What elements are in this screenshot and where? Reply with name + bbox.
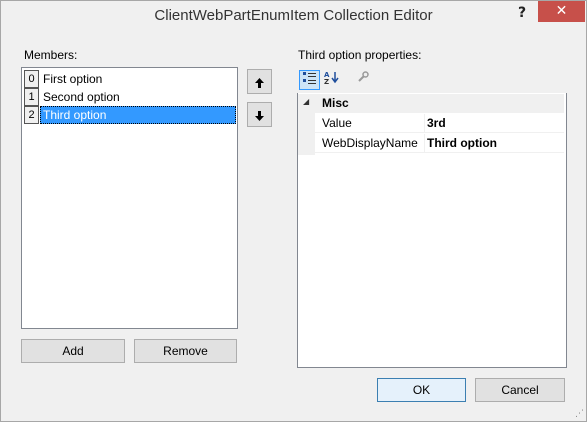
move-down-button[interactable] — [247, 102, 272, 127]
remove-button[interactable]: Remove — [134, 339, 237, 363]
list-item-selected[interactable]: 2 Third option — [23, 106, 236, 124]
member-index: 1 — [24, 88, 39, 106]
property-row-value[interactable]: Value 3rd — [298, 114, 564, 133]
resize-grip-icon[interactable]: ⋰ — [574, 409, 584, 419]
member-label: First option — [43, 72, 103, 86]
collection-editor-dialog: ClientWebPartEnumItem Collection Editor … — [0, 0, 587, 422]
member-label: Third option — [40, 106, 236, 124]
categorized-icon — [303, 72, 316, 84]
arrow-down-icon — [255, 110, 264, 121]
property-row-webdisplayname[interactable]: WebDisplayName Third option — [298, 134, 564, 153]
category-label: Misc — [322, 96, 349, 110]
alphabetical-button[interactable]: A Z — [322, 70, 343, 90]
arrow-up-icon — [255, 77, 264, 88]
member-index: 0 — [24, 70, 39, 88]
member-index: 2 — [24, 106, 39, 124]
column-divider — [424, 134, 425, 152]
member-label: Second option — [43, 90, 120, 104]
move-up-button[interactable] — [247, 69, 272, 94]
window-title: ClientWebPartEnumItem Collection Editor — [154, 7, 433, 24]
property-name: WebDisplayName — [322, 136, 418, 150]
property-grid-toolbar: A Z — [297, 67, 567, 93]
wrench-icon — [357, 71, 369, 82]
alphabetical-sort-icon: A Z — [324, 71, 339, 86]
property-grid-rows: ◢ Misc Value 3rd WebDisplayName Third op… — [298, 94, 564, 365]
ok-button[interactable]: OK — [377, 378, 466, 402]
column-divider — [424, 114, 425, 132]
members-label: Members: — [24, 48, 78, 62]
property-name: Value — [322, 116, 352, 130]
category-row-misc[interactable]: ◢ Misc — [298, 94, 564, 113]
list-item[interactable]: 1 Second option — [23, 88, 236, 106]
members-list[interactable]: 0 First option 1 Second option 2 Third o… — [21, 67, 238, 329]
property-value[interactable]: Third option — [427, 136, 497, 150]
properties-label: Third option properties: — [298, 48, 422, 62]
svg-text:Z: Z — [324, 78, 329, 85]
categorized-button[interactable] — [299, 70, 320, 90]
cancel-button[interactable]: Cancel — [475, 378, 565, 402]
property-value[interactable]: 3rd — [427, 116, 446, 130]
property-pages-button[interactable] — [352, 70, 373, 90]
list-item[interactable]: 0 First option — [23, 70, 236, 88]
add-button[interactable]: Add — [21, 339, 125, 363]
close-icon: ✕ — [555, 3, 568, 19]
help-button[interactable]: ? — [510, 2, 534, 24]
title-bar[interactable]: ClientWebPartEnumItem Collection Editor … — [1, 1, 586, 32]
close-button[interactable]: ✕ — [538, 1, 585, 22]
collapse-triangle-icon[interactable]: ◢ — [303, 97, 309, 106]
